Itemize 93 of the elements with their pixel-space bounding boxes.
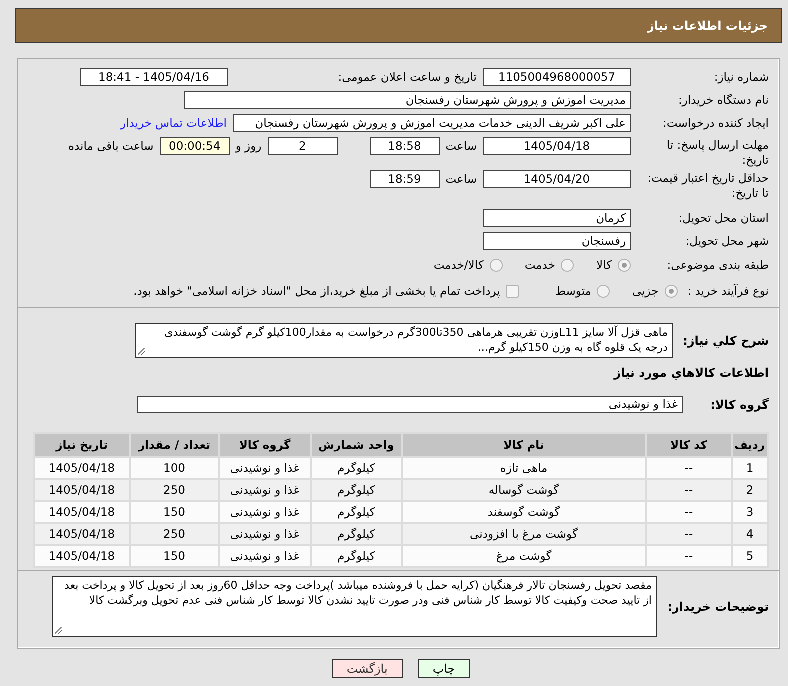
field-label: نام دستگاه خریدار: <box>677 92 769 108</box>
print-button[interactable]: چاپ <box>418 659 470 678</box>
table-cell: غذا و نوشیدنی <box>219 479 311 501</box>
table-cell: -- <box>646 501 732 523</box>
back-button[interactable]: بازگشت <box>332 659 403 678</box>
table-cell: 1405/04/18 <box>34 501 130 523</box>
resize-grip-icon[interactable] <box>138 348 145 355</box>
option-label: کالا/خدمت <box>434 258 484 272</box>
checkbox[interactable] <box>506 284 520 298</box>
radio-button[interactable] <box>664 284 678 298</box>
description-field[interactable]: ماهی قزل آلا سایز L11وزن تقریبی هرماهی 350تا300گرم درخواست به مقدار100کیلو گرم گوشت گوسفندی درجه یک قلوه گاه به وزن 150کیلو گرم... <box>135 323 673 358</box>
treasury-payment-label: پرداخت تمام یا بخشی از مبلغ خرید،از محل "اسناد خزانه اسلامی" خواهد بود. <box>134 284 500 298</box>
option-label: جزیی <box>632 284 659 298</box>
table-cell: -- <box>646 545 732 567</box>
deadline-date-field[interactable]: 1405/04/18 <box>483 137 631 155</box>
table-cell: 150 <box>130 501 219 523</box>
buyer-notes-field[interactable]: مقصد تحویل رفسنجان تالار فرهنگیان (کرایه حمل با فروشنده میباشد )پرداخت وجه حداقل 60روز بعد از تحویل کالا و پرداخت بعد از تایید صحت وکیفیت کالا توسط کار شناس فنی ودر صورت تایید نشدن کالا توسط کار شناس فنی عدم تحویل وبرگشت کالا <box>52 576 657 637</box>
time-label: ساعت <box>446 171 477 188</box>
table-cell: کیلوگرم <box>311 479 402 501</box>
validity-time-field[interactable]: 18:59 <box>370 170 440 188</box>
field-label: تاریخ و ساعت اعلان عمومی: <box>337 70 477 84</box>
column-header: نام کالا <box>402 433 646 457</box>
field-label: شهر محل تحویل: <box>684 234 769 248</box>
table-cell: 1405/04/18 <box>34 457 130 479</box>
column-header: واحد شمارش <box>311 433 402 457</box>
field-label: ایجاد کننده درخواست: <box>662 116 769 130</box>
province-field[interactable]: کرمان <box>483 209 631 227</box>
table-cell: غذا و نوشیدنی <box>219 545 311 567</box>
remaining-time-field[interactable]: 00:00:54 <box>160 137 230 155</box>
column-header: تاریخ نیاز <box>34 433 130 457</box>
column-header: ردیف <box>732 433 768 457</box>
table-cell: 250 <box>130 523 219 545</box>
table-cell: کیلوگرم <box>311 523 402 545</box>
field-label: شماره نیاز: <box>713 70 769 84</box>
description-label: شرح کلي نياز: <box>682 334 769 348</box>
page-title: جزئیات اطلاعات نیاز <box>647 18 768 32</box>
table-cell: 2 <box>732 479 768 501</box>
deadline-time-field[interactable]: 18:58 <box>370 137 440 155</box>
field-label: طبقه بندی موضوعی: <box>666 258 769 272</box>
table-cell: -- <box>646 457 732 479</box>
table-cell: 150 <box>130 545 219 567</box>
days-label: روز و <box>236 138 262 155</box>
column-header: تعداد / مقدار <box>130 433 219 457</box>
radio-button[interactable] <box>561 258 574 272</box>
option-label: کالا <box>596 258 612 272</box>
section-title: اطلاعات کالاهاي مورد نياز <box>612 366 769 380</box>
option-label: متوسط <box>555 284 592 298</box>
field-label: مهلت ارسال پاسخ: تا تاریخ: <box>666 137 769 168</box>
table-cell: 1405/04/18 <box>34 545 130 567</box>
table-cell: غذا و نوشیدنی <box>219 501 311 523</box>
table-cell: 1405/04/18 <box>34 523 130 545</box>
radio-button[interactable] <box>618 258 631 272</box>
field-label: استان محل تحویل: <box>678 210 769 226</box>
goods-group-label: گروه کالا: <box>710 398 769 412</box>
contact-info-link[interactable]: اطلاعات تماس خریدار <box>120 116 227 130</box>
table-cell: گوشت مرغ با افزودنی <box>402 523 646 545</box>
table-cell: کیلوگرم <box>311 457 402 479</box>
radio-button[interactable] <box>597 284 610 298</box>
table-cell: ماهی تازه <box>402 457 646 479</box>
column-header: گروه کالا <box>219 433 311 457</box>
table-cell: کیلوگرم <box>311 545 402 567</box>
resize-grip-icon[interactable] <box>55 627 62 634</box>
validity-date-field[interactable]: 1405/04/20 <box>483 170 631 188</box>
table-cell: 4 <box>732 523 768 545</box>
city-field[interactable]: رفسنجان <box>483 232 631 250</box>
table-cell: 5 <box>732 545 768 567</box>
table-cell: 1405/04/18 <box>34 479 130 501</box>
buyer-notes-label: توضیحات خریدار: <box>666 600 769 614</box>
table-cell: گوشت گوساله <box>402 479 646 501</box>
field-label: نوع فرآیند خرید : <box>688 284 769 298</box>
table-cell: 100 <box>130 457 219 479</box>
table-cell: گوشت مرغ <box>402 545 646 567</box>
remaining-label: ساعت باقی مانده <box>68 138 154 155</box>
table-cell: 250 <box>130 479 219 501</box>
table-cell: کیلوگرم <box>311 501 402 523</box>
field-label: حداقل تاریخ اعتبار قیمت: تا تاریخ: <box>646 170 769 201</box>
option-label: خدمت <box>524 258 556 272</box>
table-cell: -- <box>646 479 732 501</box>
table-cell: 1 <box>732 457 768 479</box>
days-field[interactable]: 2 <box>268 137 338 155</box>
time-label: ساعت <box>446 138 477 155</box>
need-number-field[interactable]: 1105004968000057 <box>483 68 631 86</box>
table-cell: غذا و نوشیدنی <box>219 457 311 479</box>
table-cell: غذا و نوشیدنی <box>219 523 311 545</box>
requester-field[interactable]: علی اکبر شریف الدینی خدمات مدیریت اموزش و پرورش شهرستان رفسنجان <box>233 114 631 132</box>
announce-date-field[interactable]: 1405/04/16 - 18:41 <box>80 68 228 86</box>
table-cell: گوشت گوسفند <box>402 501 646 523</box>
table-cell: 3 <box>732 501 768 523</box>
radio-button[interactable] <box>490 258 503 272</box>
goods-group-field[interactable]: غذا و نوشیدنی <box>137 396 683 413</box>
buyer-org-field[interactable]: مدیریت اموزش و پرورش شهرستان رفسنجان <box>184 91 631 109</box>
column-header: کد کالا <box>646 433 732 457</box>
table-cell: -- <box>646 523 732 545</box>
